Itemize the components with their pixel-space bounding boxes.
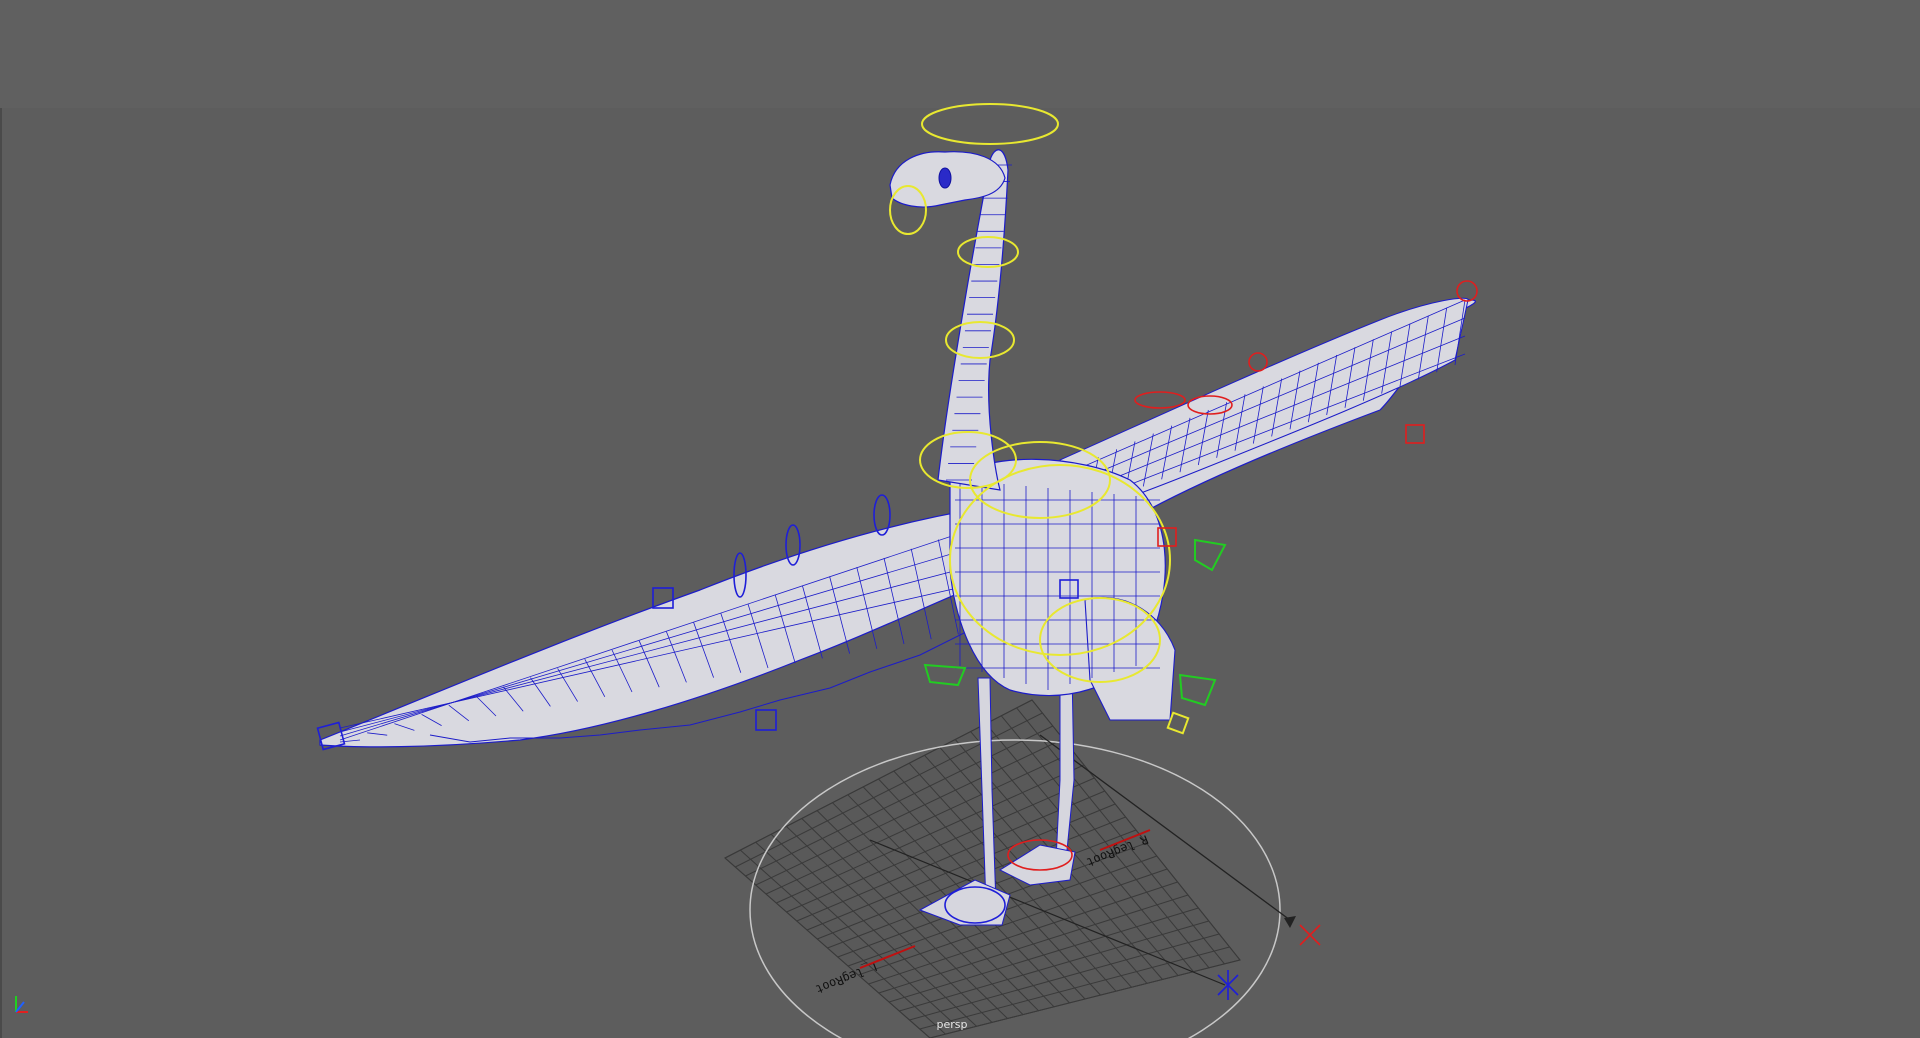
right-wing-ring-1 (1134, 391, 1186, 409)
maya-perspective-viewport[interactable]: L_legRoot R_legRoot persp (0, 0, 1920, 1038)
right-ik-arrow-lower (1178, 673, 1217, 707)
axis-gizmo (15, 996, 28, 1013)
axis-z-icon (15, 1001, 25, 1013)
head-top-control (921, 103, 1059, 145)
eye-icon (938, 167, 952, 189)
right-wing-mid-control (1248, 352, 1268, 372)
camera-name-label: persp (936, 1018, 968, 1031)
right-wing-feather-control (1405, 424, 1425, 444)
left-wing-feather-control (755, 709, 777, 731)
left-wing[interactable] (319, 504, 1041, 748)
left-pole-marker[interactable] (1217, 970, 1239, 1000)
scene-canvas[interactable]: L_legRoot R_legRoot (0, 0, 1920, 1038)
left-ik-arrow (923, 663, 967, 687)
tail-mesh (1084, 596, 1176, 721)
right-wing-tip-control (1456, 280, 1478, 302)
root-arrow-head (1284, 916, 1296, 928)
right-ik-arrow-upper (1194, 538, 1227, 572)
wing-wire (1079, 317, 1466, 481)
wing-wire (1079, 335, 1466, 493)
